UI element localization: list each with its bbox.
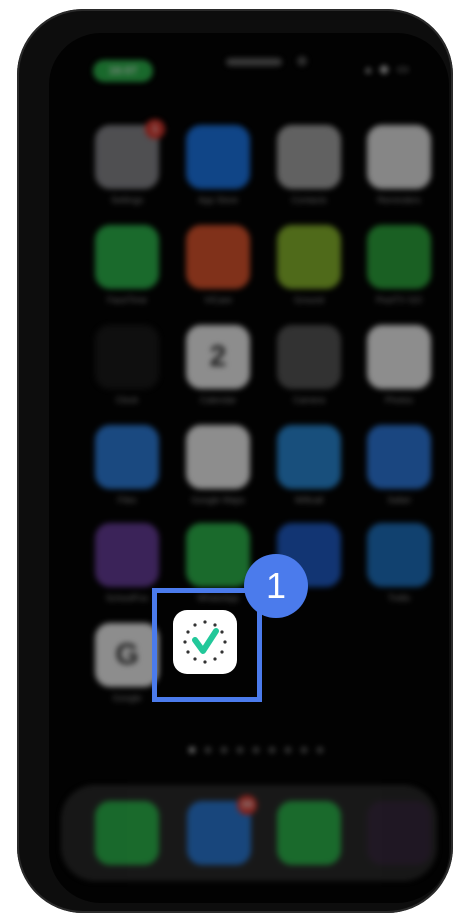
status-icons: ▴ ◆ ▭: [364, 61, 411, 76]
phone-frame: 16:07 ▴ ◆ ▭ 1 Settings App Store Contacts Re…: [17, 9, 453, 913]
app-safari[interactable]: Safari: [367, 425, 431, 505]
app-label: Google Maps: [191, 495, 245, 505]
dock-power[interactable]: [367, 801, 431, 865]
app-label: PostTV GO: [375, 295, 422, 305]
dock-messages[interactable]: [277, 801, 341, 865]
app-ground[interactable]: Ground: [277, 225, 341, 305]
page-dot[interactable]: [317, 747, 323, 753]
schoolfox-icon: [95, 523, 159, 587]
checkmark-badge-icon: [183, 620, 227, 664]
clock-icon: [95, 325, 159, 389]
app-settings[interactable]: 1 Settings: [95, 119, 165, 205]
app-camera[interactable]: Camera: [277, 325, 341, 405]
notification-badge: 1: [145, 119, 165, 139]
page-dots: [189, 747, 323, 753]
app-trello[interactable]: Trello: [367, 523, 431, 603]
page-dot[interactable]: [253, 747, 259, 753]
ground-icon: [277, 225, 341, 289]
facetime-icon: [95, 225, 159, 289]
vicare-icon: [186, 225, 250, 289]
whatsapp-icon: [186, 523, 250, 587]
app-contacts[interactable]: Contacts: [277, 125, 341, 205]
app-app-store[interactable]: App Store: [186, 125, 250, 205]
messages-icon: [277, 801, 341, 865]
page-dot[interactable]: [189, 747, 195, 753]
app-store-icon: [186, 125, 250, 189]
page-dot[interactable]: [285, 747, 291, 753]
power-icon: [367, 801, 431, 865]
app-label: Trello: [387, 593, 411, 603]
phone-icon: [95, 801, 159, 865]
google-icon: G: [95, 623, 159, 687]
app-label: Calendar: [199, 395, 237, 405]
app-vicare[interactable]: VICare: [186, 225, 250, 305]
front-camera: [297, 56, 307, 66]
app-label: Settings: [110, 195, 144, 205]
app-files[interactable]: Files: [95, 425, 159, 505]
app-reminders[interactable]: Reminders: [367, 125, 431, 205]
photos-icon: [367, 325, 431, 389]
app-clock[interactable]: Clock: [95, 325, 159, 405]
app-label: App Store: [197, 195, 239, 205]
posttv-icon: [367, 225, 431, 289]
app-label: Contacts: [291, 195, 327, 205]
page-dot[interactable]: [237, 747, 243, 753]
dock-mail[interactable]: 35: [187, 795, 257, 865]
app-schoolfox[interactable]: SchoolFox: [95, 523, 159, 603]
mail-icon: 35: [187, 795, 257, 865]
step-number-badge: 1: [244, 554, 308, 618]
gear-icon: 1: [95, 119, 165, 189]
home-screen: 16:07 ▴ ◆ ▭ 1 Settings App Store Contacts Re…: [49, 33, 449, 903]
trello-icon: [367, 523, 431, 587]
calendar-icon: 2: [186, 325, 250, 389]
contacts-icon: [277, 125, 341, 189]
dock: 35: [61, 785, 437, 881]
dock-phone[interactable]: [95, 801, 159, 865]
notification-badge: 35: [237, 795, 257, 815]
wificall-icon: [277, 425, 341, 489]
app-label: Camera: [292, 395, 325, 405]
app-label: Safari: [387, 495, 411, 505]
speaker-grille: [226, 58, 282, 66]
safari-icon: [367, 425, 431, 489]
app-label: VICare: [203, 295, 232, 305]
app-label: Reminders: [377, 195, 421, 205]
page-dot[interactable]: [221, 747, 227, 753]
page-dot[interactable]: [205, 747, 211, 753]
app-facetime[interactable]: FaceTime: [95, 225, 159, 305]
status-time: 16:07: [93, 60, 153, 82]
app-label: Photos: [384, 395, 414, 405]
app-google[interactable]: G Google: [95, 623, 159, 703]
page-dot[interactable]: [301, 747, 307, 753]
reminders-icon: [367, 125, 431, 189]
app-label: Clock: [115, 395, 139, 405]
app-label: Ground: [293, 295, 325, 305]
app-wificall[interactable]: Wificall: [277, 425, 341, 505]
highlighted-app[interactable]: [173, 610, 237, 674]
app-google-maps[interactable]: Google Maps: [186, 425, 250, 505]
app-label: Wificall: [294, 495, 324, 505]
blurred-background: 16:07 ▴ ◆ ▭ 1 Settings App Store Contacts Re…: [49, 33, 449, 903]
files-icon: [95, 425, 159, 489]
app-label: FaceTime: [107, 295, 147, 305]
app-calendar[interactable]: 2 Calendar: [186, 325, 250, 405]
page-dot[interactable]: [269, 747, 275, 753]
app-label: Files: [117, 495, 137, 505]
maps-pin-icon: [186, 425, 250, 489]
app-photos[interactable]: Photos: [367, 325, 431, 405]
camera-icon: [277, 325, 341, 389]
app-posttv-go[interactable]: PostTV GO: [367, 225, 431, 305]
